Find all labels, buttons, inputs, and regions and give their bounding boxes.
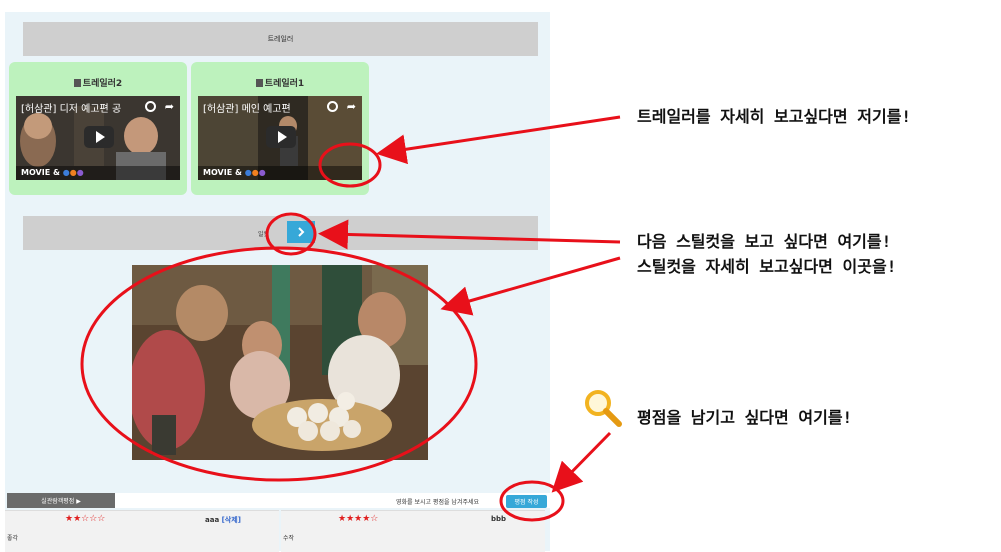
magnifier-icon <box>585 390 622 427</box>
video-title: [허삼관] 디저 예고편 공 <box>21 104 122 115</box>
stillcut-header <box>23 216 538 250</box>
review-stars: ★★☆☆☆ <box>65 514 106 524</box>
rating-bar <box>115 493 551 508</box>
film-icon <box>73 79 81 87</box>
play-button[interactable] <box>266 126 296 148</box>
still-detail-annotation: 스틸컷을 자세히 보고싶다면 이곳을! <box>637 257 897 276</box>
trailer-card-2[interactable]: 트레일러2 [허삼관] 디저 예고편 공 ➦ MOVIE & ●●● <box>9 62 187 195</box>
video-brand: MOVIE & ●●● <box>203 168 266 177</box>
trailer-card-title: 트레일러2 <box>9 76 187 89</box>
rating-hint: 영화를 보시고 평점을 남겨주세요 <box>396 499 480 506</box>
watch-later-icon[interactable] <box>327 101 338 112</box>
still-next-annotation: 다음 스틸컷을 보고 싶다면 여기를! <box>637 232 892 251</box>
rating-tab[interactable]: 실관람객평점 ▶ <box>7 493 115 508</box>
stillcut-label: 일컷 <box>258 231 270 238</box>
share-icon[interactable]: ➦ <box>165 100 174 113</box>
video-title: [허삼관] 메인 예고편 <box>203 104 291 115</box>
video-brand: MOVIE & ●●● <box>21 168 84 177</box>
write-rating-button[interactable]: 평점 작성 <box>506 495 547 508</box>
stillcut-photo <box>132 265 428 460</box>
trailer-header-label: 트레일러 <box>267 35 294 43</box>
trailer-header: 트레일러 <box>23 22 538 56</box>
review-text: 수작 <box>283 535 295 542</box>
stillcut-image[interactable] <box>132 265 428 460</box>
rating-arrow <box>551 431 612 493</box>
delete-review-link[interactable]: [삭제] <box>222 516 241 524</box>
trailer-card-1[interactable]: 트레일러1 [허삼관] 메인 예고편 ➦ MOVIE & ●●● <box>191 62 369 195</box>
chevron-right-icon <box>298 227 305 237</box>
review-user: aaa [삭제] <box>205 516 241 524</box>
trailer-annotation: 트레일러를 자세히 보고싶다면 저기를! <box>637 107 912 126</box>
share-icon[interactable]: ➦ <box>347 100 356 113</box>
trailer-video-1[interactable]: [허삼관] 메인 예고편 ➦ MOVIE & ●●● <box>198 96 362 180</box>
rating-annotation: 평점을 남기고 싶다면 여기를! <box>637 408 853 427</box>
review-stars: ★★★★☆ <box>338 514 379 524</box>
trailer-video-2[interactable]: [허삼관] 디저 예고편 공 ➦ MOVIE & ●●● <box>16 96 180 180</box>
review-item: ★★★★☆ bbb 수작 <box>281 510 545 552</box>
trailer-card-title: 트레일러1 <box>191 76 369 89</box>
review-item: ★★☆☆☆ aaa [삭제] 좋각 <box>5 510 279 552</box>
film-icon <box>255 79 263 87</box>
next-stillcut-button[interactable] <box>287 221 315 243</box>
review-text: 좋각 <box>7 535 19 542</box>
watch-later-icon[interactable] <box>145 101 156 112</box>
play-button[interactable] <box>84 126 114 148</box>
review-user: bbb <box>491 515 507 523</box>
